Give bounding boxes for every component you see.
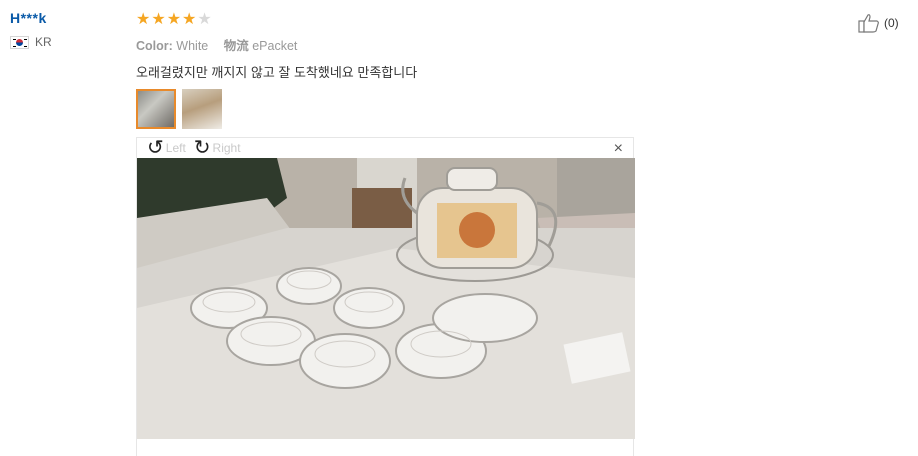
review-text: 오래걸렸지만 깨지지 않고 잘 도착했네요 만족합니다 bbox=[136, 65, 418, 80]
close-viewer-button[interactable]: × bbox=[614, 140, 623, 158]
star-rating: ★ ★ ★ ★ ★ bbox=[136, 12, 636, 28]
thumbnail-photo-2[interactable] bbox=[182, 89, 222, 129]
product-attributes: Color: White 物流 ePacket bbox=[136, 35, 636, 54]
star-icon: ★ bbox=[136, 11, 151, 28]
rotate-right-label: Right bbox=[212, 141, 241, 155]
review-body: ★ ★ ★ ★ ★ Color: White 物流 ePacket 오래걸렸지만… bbox=[136, 12, 636, 129]
korea-flag-icon bbox=[10, 35, 29, 49]
star-icon: ★ bbox=[166, 11, 182, 28]
rotate-right-button[interactable]: ↻ Right bbox=[194, 138, 241, 158]
attr-color-value: White bbox=[176, 39, 209, 53]
rotate-right-icon: ↻ bbox=[193, 137, 211, 159]
photo-thumbnails bbox=[136, 89, 636, 129]
attr-color-key: Color: bbox=[136, 39, 173, 53]
country-code: KR bbox=[35, 35, 52, 49]
rotate-left-button[interactable]: ↺ Left bbox=[147, 138, 186, 158]
star-empty-icon: ★ bbox=[197, 11, 212, 28]
star-icon: ★ bbox=[182, 11, 197, 28]
photo-viewer: ↺ Left ↻ Right × bbox=[136, 137, 635, 456]
reviewer-country: KR bbox=[10, 35, 52, 49]
thumbnail-photo-1[interactable] bbox=[136, 89, 176, 129]
rotate-left-label: Left bbox=[165, 141, 186, 155]
attr-shipping-key: 物流 bbox=[223, 39, 249, 53]
star-icon: ★ bbox=[151, 11, 166, 28]
helpful-button[interactable]: (0) bbox=[858, 13, 899, 33]
review-photo bbox=[137, 158, 635, 439]
reviewer-info: H***k KR bbox=[10, 10, 52, 49]
helpful-count: (0) bbox=[884, 16, 899, 30]
reviewer-name: H***k bbox=[10, 10, 47, 26]
viewer-toolbar: ↺ Left ↻ Right bbox=[137, 138, 633, 158]
thumbs-up-icon bbox=[858, 14, 879, 33]
rotate-left-icon: ↺ bbox=[147, 137, 164, 159]
attr-shipping-value: ePacket bbox=[252, 39, 298, 53]
